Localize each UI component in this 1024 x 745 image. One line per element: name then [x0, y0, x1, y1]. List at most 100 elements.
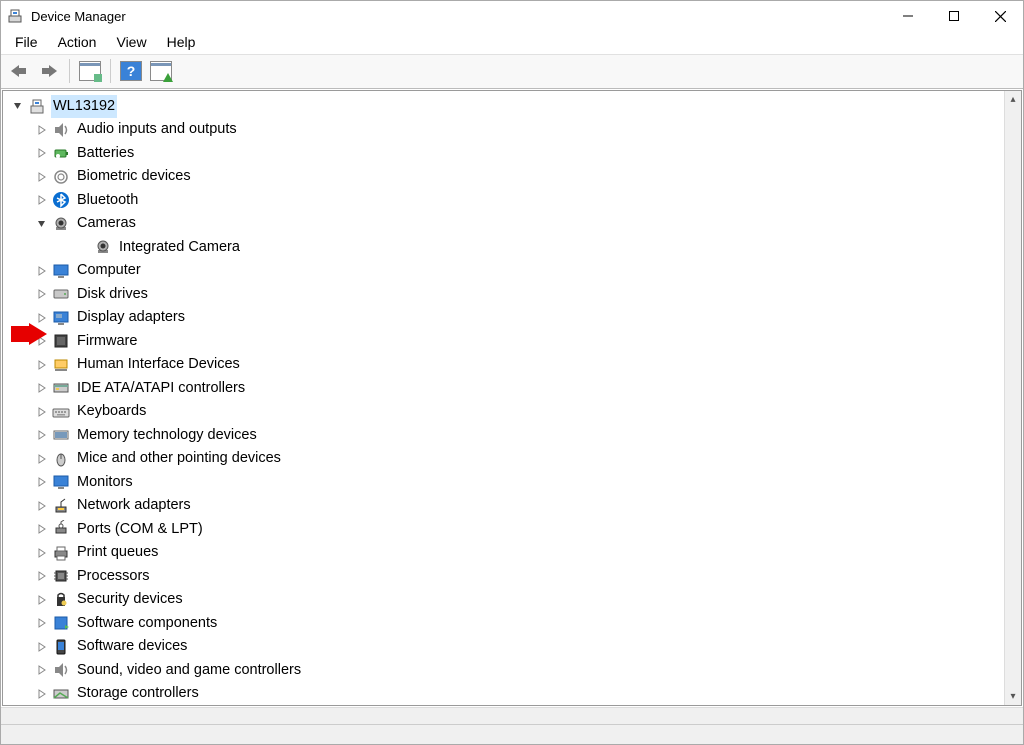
- content-area: WL13192Audio inputs and outputsBatteries…: [2, 90, 1022, 707]
- cpu-icon: [51, 566, 71, 586]
- statusbar: [1, 724, 1023, 744]
- battery-icon: [51, 143, 71, 163]
- tree-item-label: Batteries: [75, 142, 136, 166]
- tree-item-label: Software devices: [75, 635, 189, 659]
- bluetooth-icon: [51, 190, 71, 210]
- tree-item-storage[interactable]: Storage controllers: [7, 682, 1004, 705]
- tree-item-port[interactable]: Ports (COM & LPT): [7, 518, 1004, 542]
- tree-item-label: Mice and other pointing devices: [75, 447, 283, 471]
- tree-item-computer[interactable]: Computer: [7, 259, 1004, 283]
- camera-icon: [51, 214, 71, 234]
- tree-expander-icon[interactable]: [37, 595, 51, 605]
- menu-action[interactable]: Action: [48, 34, 107, 50]
- close-button[interactable]: [977, 1, 1023, 31]
- tree-item-swdev[interactable]: Software devices: [7, 635, 1004, 659]
- tree-item-bluetooth[interactable]: Bluetooth: [7, 189, 1004, 213]
- scroll-down-icon[interactable]: ▾: [1005, 688, 1021, 705]
- memory-icon: [51, 425, 71, 445]
- sound-icon: [51, 660, 71, 680]
- tree-expander-icon[interactable]: [37, 383, 51, 393]
- tree-item-label: Cameras: [75, 212, 138, 236]
- tree-expander-icon[interactable]: [37, 360, 51, 370]
- tree-item-battery[interactable]: Batteries: [7, 142, 1004, 166]
- tree-expander-icon[interactable]: [37, 125, 51, 135]
- tree-expander-icon[interactable]: [37, 501, 51, 511]
- tree-expander-icon[interactable]: [37, 430, 51, 440]
- tree-item-display[interactable]: Display adapters: [7, 306, 1004, 330]
- tree-item-swcomp[interactable]: Software components: [7, 612, 1004, 636]
- tree-expander-icon[interactable]: [37, 289, 51, 299]
- annotation-arrow-icon: [11, 323, 47, 345]
- tree-item-firmware[interactable]: Firmware: [7, 330, 1004, 354]
- menu-file[interactable]: File: [5, 34, 48, 50]
- tree-expander-icon[interactable]: [37, 454, 51, 464]
- disk-icon: [51, 284, 71, 304]
- display-icon: [51, 308, 71, 328]
- tree-expander-icon[interactable]: [37, 407, 51, 417]
- nav-forward-button[interactable]: [35, 58, 63, 84]
- tree-item-memory[interactable]: Memory technology devices: [7, 424, 1004, 448]
- tree-item-keyboard[interactable]: Keyboards: [7, 400, 1004, 424]
- help-button[interactable]: ?: [117, 58, 145, 84]
- tree-item-network[interactable]: Network adapters: [7, 494, 1004, 518]
- titlebar: Device Manager: [1, 1, 1023, 31]
- tree-item-security[interactable]: Security devices: [7, 588, 1004, 612]
- tree-item-hid[interactable]: Human Interface Devices: [7, 353, 1004, 377]
- window-controls: [885, 1, 1023, 31]
- tree-expander-icon[interactable]: [37, 665, 51, 675]
- tree-root[interactable]: WL13192: [7, 95, 1004, 119]
- port-icon: [51, 519, 71, 539]
- swdev-icon: [51, 637, 71, 657]
- tree-expander-icon[interactable]: [37, 266, 51, 276]
- tree-item-label: Firmware: [75, 330, 139, 354]
- tree-item-camera-child[interactable]: Integrated Camera: [7, 236, 1004, 260]
- tree-item-speaker[interactable]: Audio inputs and outputs: [7, 118, 1004, 142]
- tree-expander-icon[interactable]: [37, 219, 51, 229]
- tree-expander-icon[interactable]: [37, 689, 51, 699]
- tree-item-sound[interactable]: Sound, video and game controllers: [7, 659, 1004, 683]
- firmware-icon: [51, 331, 71, 351]
- tree-expander-icon[interactable]: [37, 642, 51, 652]
- app-icon: [7, 8, 23, 24]
- tree-item-label: Memory technology devices: [75, 424, 259, 448]
- tree-expander-icon[interactable]: [37, 313, 51, 323]
- menubar: File Action View Help: [1, 31, 1023, 55]
- tree-item-disk[interactable]: Disk drives: [7, 283, 1004, 307]
- device-tree[interactable]: WL13192Audio inputs and outputsBatteries…: [3, 91, 1004, 706]
- maximize-button[interactable]: [931, 1, 977, 31]
- scan-hardware-button[interactable]: [147, 58, 175, 84]
- tree-expander-icon[interactable]: [37, 195, 51, 205]
- nav-back-button[interactable]: [5, 58, 33, 84]
- monitor-icon: [51, 472, 71, 492]
- menu-view[interactable]: View: [106, 34, 156, 50]
- tree-expander-icon[interactable]: [37, 148, 51, 158]
- tree-item-cpu[interactable]: Processors: [7, 565, 1004, 589]
- tree-item-camera[interactable]: Cameras: [7, 212, 1004, 236]
- tree-expander-icon[interactable]: [37, 618, 51, 628]
- tree-item-mouse[interactable]: Mice and other pointing devices: [7, 447, 1004, 471]
- camera-icon: [93, 237, 113, 257]
- tree-item-label: Software components: [75, 612, 219, 636]
- tree-item-ide[interactable]: IDE ATA/ATAPI controllers: [7, 377, 1004, 401]
- vertical-scrollbar[interactable]: ▴ ▾: [1004, 91, 1021, 706]
- tree-item-biometric[interactable]: Biometric devices: [7, 165, 1004, 189]
- tree-item-label: Monitors: [75, 471, 135, 495]
- tree-item-label: Integrated Camera: [117, 236, 242, 260]
- root-icon: [27, 96, 47, 116]
- toolbar-separator: [110, 59, 111, 83]
- scroll-up-icon[interactable]: ▴: [1005, 91, 1021, 108]
- tree-expander-icon[interactable]: [37, 524, 51, 534]
- tree-item-printer[interactable]: Print queues: [7, 541, 1004, 565]
- menu-help[interactable]: Help: [157, 34, 206, 50]
- tree-item-monitor[interactable]: Monitors: [7, 471, 1004, 495]
- horizontal-scrollbar[interactable]: [1, 707, 1023, 724]
- tree-item-label: Ports (COM & LPT): [75, 518, 205, 542]
- tree-expander-icon[interactable]: [37, 548, 51, 558]
- tree-expander-icon[interactable]: [37, 172, 51, 182]
- tree-expander-icon[interactable]: [37, 477, 51, 487]
- tree-expander-icon[interactable]: [37, 571, 51, 581]
- keyboard-icon: [51, 402, 71, 422]
- properties-button[interactable]: [76, 58, 104, 84]
- minimize-button[interactable]: [885, 1, 931, 31]
- tree-expander-icon[interactable]: [13, 101, 27, 111]
